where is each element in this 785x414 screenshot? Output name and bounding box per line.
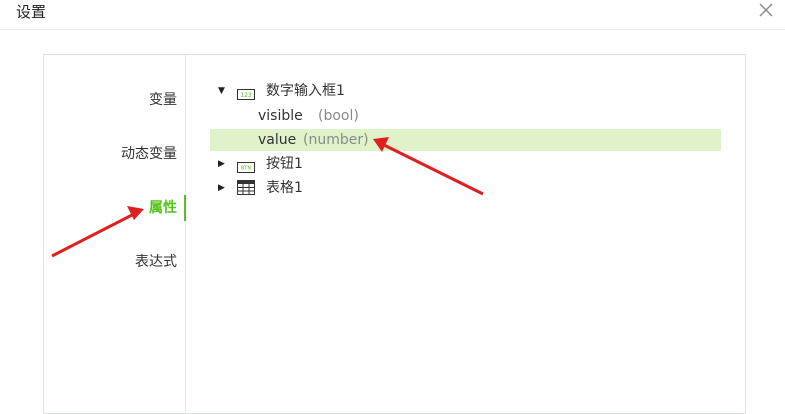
nav-item-dynamic-variables[interactable]: 动态变量 [43, 141, 185, 167]
svg-text:BTN: BTN [241, 166, 251, 172]
tree-node-label: 表格1 [266, 180, 303, 196]
prop-name: visible [258, 108, 303, 124]
tree-node-table[interactable]: ▶ 表格1 [210, 177, 721, 199]
dialog-title: 设置 [16, 3, 47, 21]
tree-prop-visible[interactable]: visible (bool) [210, 105, 721, 127]
nav-item-expressions[interactable]: 表达式 [43, 249, 185, 275]
tree-node-label: 按钮1 [266, 156, 303, 172]
category-nav: 变量 动态变量 属性 表达式 [44, 55, 186, 413]
prop-name: value [258, 132, 297, 148]
nav-item-variables[interactable]: 变量 [43, 87, 185, 113]
table-icon [237, 180, 255, 202]
nav-item-properties[interactable]: 属性 [43, 195, 185, 221]
prop-type: (bool) [318, 108, 359, 124]
tree-prop-value[interactable]: value (number) [210, 129, 721, 151]
close-button[interactable] [757, 0, 775, 20]
close-icon [759, 3, 773, 17]
tree-node-button[interactable]: ▶ BTN 按钮1 [210, 153, 721, 175]
header-divider [0, 29, 785, 30]
component-tree: ▼ 123 数字输入框1 visible (bool) value (numbe… [186, 55, 745, 413]
tree-node-number-input[interactable]: ▼ 123 数字输入框1 [210, 80, 721, 102]
prop-type: (number) [303, 132, 369, 148]
caret-right-icon[interactable]: ▶ [218, 177, 228, 199]
svg-text:123: 123 [240, 92, 252, 99]
caret-down-icon[interactable]: ▼ [218, 80, 228, 102]
caret-right-icon[interactable]: ▶ [218, 153, 228, 175]
tree-node-label: 数字输入框1 [266, 83, 345, 99]
settings-panel: 变量 动态变量 属性 表达式 ▼ 123 数字输入框1 visible (boo… [43, 54, 746, 414]
number-input-icon: 123 [237, 85, 255, 107]
